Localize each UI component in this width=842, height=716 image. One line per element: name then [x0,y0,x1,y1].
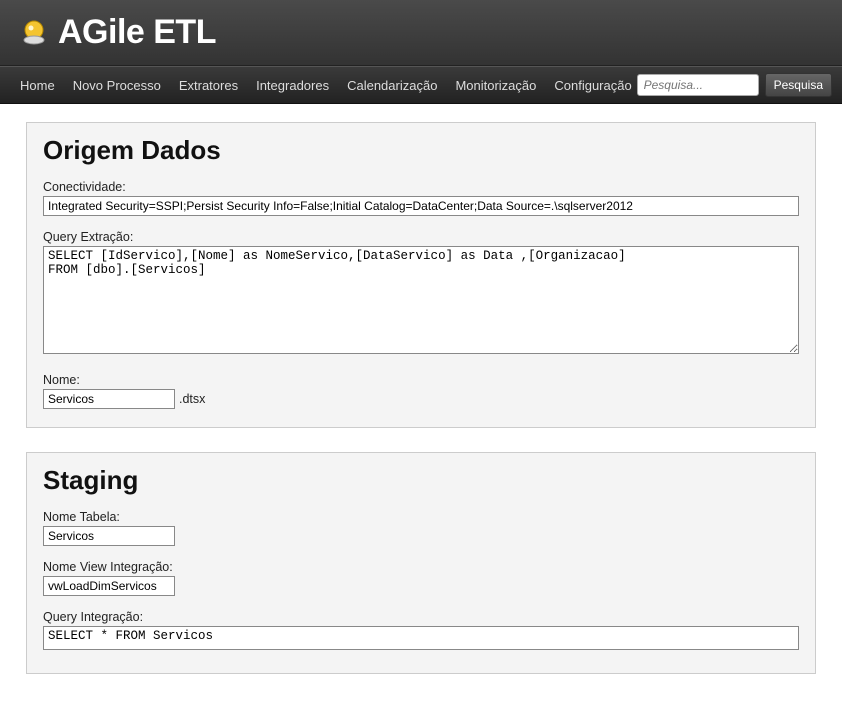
textarea-query-extracao[interactable] [43,246,799,354]
content: Origem Dados Conectividade: Query Extraç… [0,104,842,716]
nav-configuracao[interactable]: Configuração [554,78,631,93]
panel-title-origem: Origem Dados [43,135,799,166]
app-title: AGile ETL [58,13,216,52]
search-wrap: Pesquisa [637,73,832,97]
app-header: AGile ETL [0,0,842,66]
label-nome-view: Nome View Integração: [43,560,799,574]
input-conectividade[interactable] [43,196,799,216]
label-nome: Nome: [43,373,799,387]
label-query-integracao: Query Integração: [43,610,799,624]
field-nome: Nome: .dtsx [43,373,799,409]
nav-novo-processo[interactable]: Novo Processo [73,78,161,93]
input-nome-view[interactable] [43,576,175,596]
field-query-integracao: Query Integração: [43,610,799,655]
input-nome-tabela[interactable] [43,526,175,546]
app-logo-icon [20,19,48,47]
nav-extratores[interactable]: Extratores [179,78,238,93]
label-query-extracao: Query Extração: [43,230,799,244]
panel-origem-dados: Origem Dados Conectividade: Query Extraç… [26,122,816,428]
panel-title-staging: Staging [43,465,799,496]
nav-calendarizacao[interactable]: Calendarização [347,78,437,93]
nav-monitorizacao[interactable]: Monitorização [455,78,536,93]
nav-home[interactable]: Home [20,78,55,93]
textarea-query-integracao[interactable] [43,626,799,650]
navbar: Home Novo Processo Extratores Integrador… [0,66,842,104]
field-conectividade: Conectividade: [43,180,799,216]
field-nome-view: Nome View Integração: [43,560,799,596]
field-nome-tabela: Nome Tabela: [43,510,799,546]
nav-integradores[interactable]: Integradores [256,78,329,93]
nav-items: Home Novo Processo Extratores Integrador… [20,78,637,93]
search-button[interactable]: Pesquisa [765,73,832,97]
label-conectividade: Conectividade: [43,180,799,194]
input-nome[interactable] [43,389,175,409]
search-input[interactable] [637,74,759,96]
label-nome-tabela: Nome Tabela: [43,510,799,524]
panel-staging: Staging Nome Tabela: Nome View Integraçã… [26,452,816,674]
nome-suffix: .dtsx [179,392,205,406]
field-query-extracao: Query Extração: [43,230,799,359]
